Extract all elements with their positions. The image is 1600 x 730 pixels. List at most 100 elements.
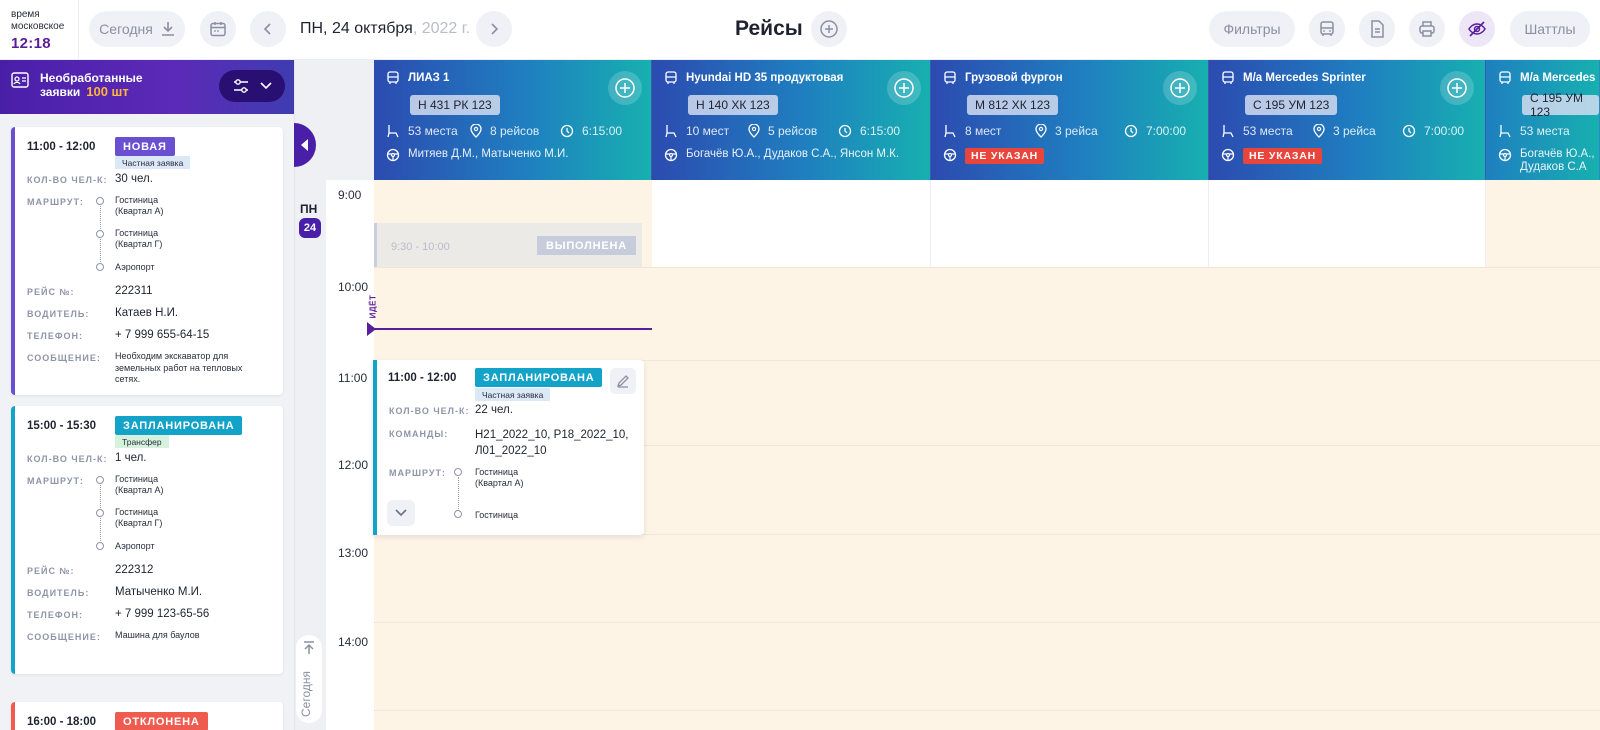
duration-value: 7:00:00 (1146, 124, 1187, 138)
expand-event-button[interactable] (387, 500, 415, 526)
message-value: Необходим экскаватор для земельных работ… (115, 351, 243, 384)
event-time: 9:30 - 10:00 (391, 241, 450, 253)
today-vertical-label: Сегодня (299, 671, 313, 717)
add-trip-button[interactable] (811, 11, 847, 47)
filters-button[interactable]: Фильтры (1209, 11, 1295, 47)
drivers: Митяев Д.М., Матыченко М.И. (386, 148, 568, 162)
completed-trip-event[interactable]: 9:30 - 10:00 ВЫПОЛНЕНА (374, 223, 642, 267)
duration-value: 6:15:00 (582, 124, 623, 138)
bus-view-button[interactable] (1309, 11, 1345, 47)
request-card[interactable]: 11:00 - 12:00 НОВАЯ Частная заявка КОЛ-В… (11, 127, 283, 395)
jump-to-today-button[interactable]: Сегодня (296, 635, 322, 723)
duration-stat: 7:00:00 (1124, 124, 1186, 138)
request-card[interactable]: 16:00 - 18:00 ОТКЛОНЕНА (11, 702, 283, 730)
vehicle-name: Hyundai HD 35 продуктовая (664, 71, 843, 85)
current-time-marker (367, 322, 376, 336)
status-badge: ЗАПЛАНИРОВАНА (475, 368, 603, 387)
trip-value: 222311 (115, 285, 153, 297)
seat-icon (1222, 125, 1234, 138)
message-label: СООБЩЕНИЕ: (27, 353, 101, 363)
pencil-icon (616, 375, 629, 388)
route-stop: Аэропорт (115, 262, 155, 272)
plus-circle-icon (820, 20, 838, 38)
time-label: 11:00 (338, 371, 368, 385)
request-card[interactable]: 15:00 - 15:30 ЗАПЛАНИРОВАНА Трансфер КОЛ… (11, 406, 283, 674)
triangle-left-icon (301, 139, 308, 151)
phone-label: ТЕЛЕФОН: (27, 331, 83, 341)
driver-not-set-badge: НЕ УКАЗАН (965, 148, 1044, 164)
document-button[interactable] (1359, 11, 1395, 47)
drivers-value-line2: Дудаков С.А (1520, 161, 1587, 173)
route-connector (100, 239, 101, 262)
trips-value: 3 рейса (1333, 124, 1376, 138)
planned-trip-event[interactable]: 11:00 - 12:00 ЗАПЛАНИРОВАНА Частная заяв… (373, 360, 644, 535)
route-stop: Гостиница (Квартал А) (115, 474, 164, 495)
free-slot[interactable] (1209, 180, 1486, 267)
edit-event-button[interactable] (610, 368, 636, 394)
top-bar: время московское 12:18 Сегодня ПН, 24 ок… (0, 0, 1600, 60)
route-stop: Гостиница (Квартал Г) (115, 228, 163, 249)
vehicle-name: М/а Mercedes Sprinter (1221, 71, 1366, 85)
card-status-bar (11, 702, 15, 730)
route-connector (100, 206, 101, 229)
route-stop-dot (454, 510, 462, 518)
time-label: 9:00 (338, 188, 362, 202)
calendar-button[interactable] (200, 11, 236, 47)
unprocessed-requests-title: Необработанные заявки 100 шт (40, 71, 143, 99)
route-stop-dot (96, 509, 104, 517)
shuttles-button-label: Шаттлы (1524, 21, 1576, 37)
clock-icon (1402, 124, 1416, 138)
event-time: 11:00 - 12:00 (388, 372, 457, 384)
download-arrow-icon (161, 22, 174, 36)
map-pin-icon (470, 124, 482, 138)
route-label: МАРШРУТ: (389, 468, 446, 478)
steering-wheel-icon (1221, 148, 1235, 162)
unprocessed-requests-header: Необработанные заявки 100 шт (0, 60, 294, 114)
route-stop: Гостиница (Квартал А) (475, 467, 524, 488)
vehicle-name: М/а Mercedes (1498, 71, 1595, 85)
duration-stat: 6:15:00 (560, 124, 622, 138)
people-value: 22 чел. (475, 404, 513, 416)
prev-day-button[interactable] (250, 11, 286, 47)
card-time: 16:00 - 18:00 (27, 716, 97, 728)
shuttles-button[interactable]: Шаттлы (1510, 11, 1590, 47)
seats-stat: 53 места (386, 124, 458, 138)
chevron-left-icon (263, 23, 271, 35)
trips-stat: 3 рейса (1313, 124, 1376, 138)
add-trip-to-vehicle-button[interactable] (1440, 71, 1474, 105)
route-connector (100, 518, 101, 541)
plus-circle-icon (1170, 78, 1190, 98)
map-pin-icon (1035, 124, 1047, 138)
free-slot[interactable] (931, 180, 1209, 267)
card-status-bar (11, 406, 15, 674)
today-button[interactable]: Сегодня (89, 11, 185, 47)
bus-icon (665, 71, 677, 84)
time-label: 14:00 (338, 635, 369, 649)
current-time-line (368, 328, 652, 330)
vehicle-name-text: М/а Mercedes Sprinter (1243, 72, 1366, 84)
vehicle-column-header: М/а Mercedes С 195 УМ 123 53 места Богач… (1486, 60, 1600, 180)
add-trip-to-vehicle-button[interactable] (1163, 71, 1197, 105)
clock-icon (1124, 124, 1138, 138)
next-day-button[interactable] (476, 11, 512, 47)
seats-stat: 53 места (1221, 124, 1293, 138)
filters-button-label: Фильтры (1223, 21, 1281, 37)
add-trip-to-vehicle-button[interactable] (608, 71, 642, 105)
hide-toggle-button[interactable] (1459, 11, 1495, 47)
time-label: 13:00 (338, 546, 369, 560)
driver-value: Катаев Н.И. (115, 307, 179, 319)
message-label: СООБЩЕНИЕ: (27, 632, 101, 642)
route-stop-dot (96, 197, 104, 205)
drivers: Богачёв Ю.А., Дудаков С.А (1498, 148, 1595, 174)
trips-stat: 3 рейса (1035, 124, 1098, 138)
map-pin-icon (1313, 124, 1325, 138)
clock-icon (560, 124, 574, 138)
add-trip-to-vehicle-button[interactable] (887, 71, 921, 105)
seats-value: 53 места (1243, 124, 1293, 138)
requests-filter-dropdown[interactable] (219, 70, 285, 102)
steering-wheel-icon (664, 148, 678, 162)
print-button[interactable] (1409, 11, 1445, 47)
route-label: МАРШРУТ: (27, 476, 84, 486)
free-slot[interactable] (652, 180, 931, 267)
bus-icon (1222, 71, 1234, 84)
